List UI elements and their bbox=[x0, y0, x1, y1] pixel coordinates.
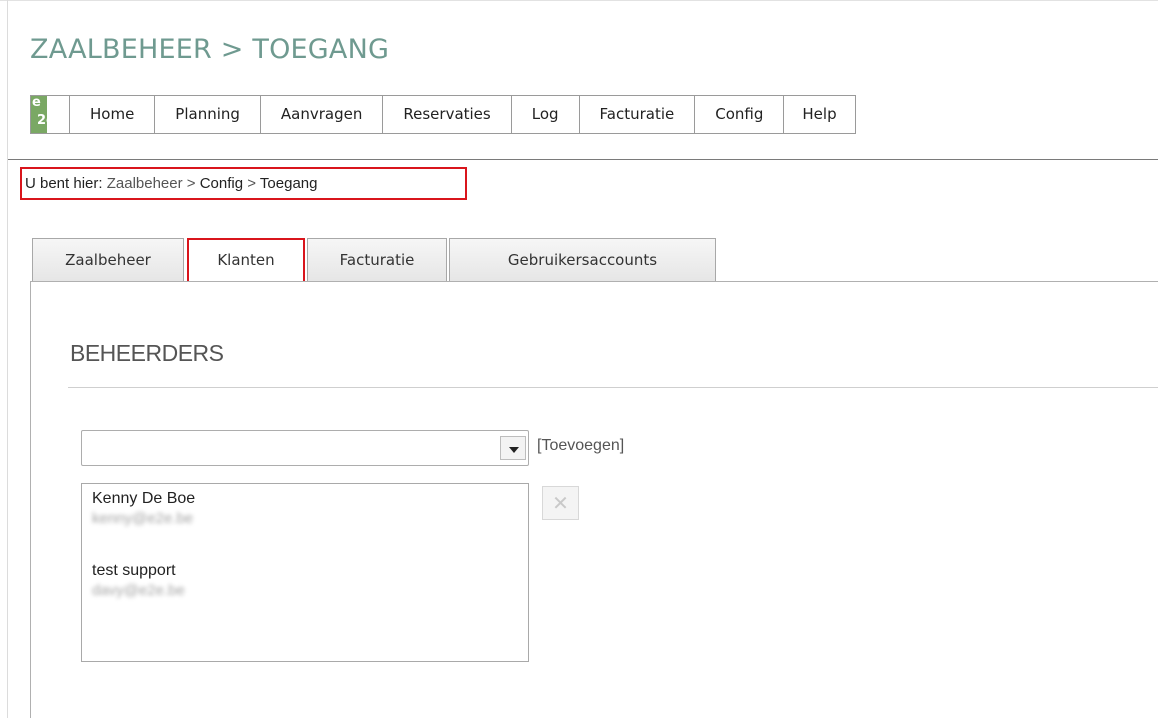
list-item-email: davy@e2e.be bbox=[92, 582, 185, 599]
add-beheerder-link[interactable]: [Toevoegen] bbox=[537, 437, 624, 455]
breadcrumb-prefix: U bent hier: bbox=[25, 175, 103, 192]
tab-facturatie[interactable]: Facturatie bbox=[307, 238, 447, 281]
tab-gebruikersaccounts[interactable]: Gebruikersaccounts bbox=[449, 238, 716, 281]
breadcrumb-separator: > bbox=[247, 175, 257, 192]
nav-home[interactable]: Home bbox=[70, 96, 156, 133]
nav-aanvragen[interactable]: Aanvragen bbox=[261, 96, 384, 133]
section-title: BEHEERDERS bbox=[70, 340, 224, 366]
top-border bbox=[0, 0, 1158, 1]
header-divider bbox=[8, 159, 1158, 160]
nav-facturatie[interactable]: Facturatie bbox=[580, 96, 696, 133]
beheerder-select-input[interactable] bbox=[82, 431, 496, 465]
list-item[interactable]: test support davy@e2e.be bbox=[92, 560, 185, 600]
list-item-email: kenny@e2e.be bbox=[92, 510, 194, 527]
breadcrumb-item-config: Config bbox=[199, 175, 244, 192]
e2e-logo[interactable]: e 2e bbox=[31, 96, 70, 133]
main-navigation: e 2e Home Planning Aanvragen Reservaties… bbox=[30, 95, 856, 134]
nav-log[interactable]: Log bbox=[512, 96, 580, 133]
tab-klanten[interactable]: Klanten bbox=[187, 238, 305, 281]
nav-config[interactable]: Config bbox=[695, 96, 785, 133]
list-item[interactable]: Kenny De Boe kenny@e2e.be bbox=[92, 488, 195, 528]
list-item-name: Kenny De Boe bbox=[92, 490, 196, 507]
page-title: ZAALBEHEER > TOEGANG bbox=[30, 34, 390, 65]
nav-reservaties[interactable]: Reservaties bbox=[383, 96, 512, 133]
logo-letter-bottom: 2e bbox=[37, 113, 55, 128]
breadcrumb-item-toegang: Toegang bbox=[259, 175, 318, 192]
beheerder-select[interactable] bbox=[81, 430, 529, 466]
chevron-down-icon[interactable] bbox=[500, 436, 526, 460]
section-divider bbox=[68, 387, 1158, 388]
breadcrumb: U bent hier: Zaalbeheer > Config > Toega… bbox=[20, 167, 467, 200]
e2e-logo-icon: e 2e bbox=[31, 95, 55, 133]
left-border bbox=[7, 0, 8, 718]
logo-letter-top: e bbox=[32, 95, 41, 110]
nav-help[interactable]: Help bbox=[784, 96, 856, 133]
breadcrumb-separator: > bbox=[186, 175, 196, 192]
beheerders-list[interactable]: Kenny De Boe kenny@e2e.be test support d… bbox=[81, 483, 529, 662]
list-item-name: test support bbox=[92, 562, 176, 579]
breadcrumb-link-zaalbeheer[interactable]: Zaalbeheer bbox=[107, 175, 183, 192]
tab-zaalbeheer[interactable]: Zaalbeheer bbox=[32, 238, 184, 281]
close-icon: ✕ bbox=[552, 491, 569, 515]
remove-beheerder-button[interactable]: ✕ bbox=[542, 486, 579, 520]
nav-planning[interactable]: Planning bbox=[155, 96, 261, 133]
